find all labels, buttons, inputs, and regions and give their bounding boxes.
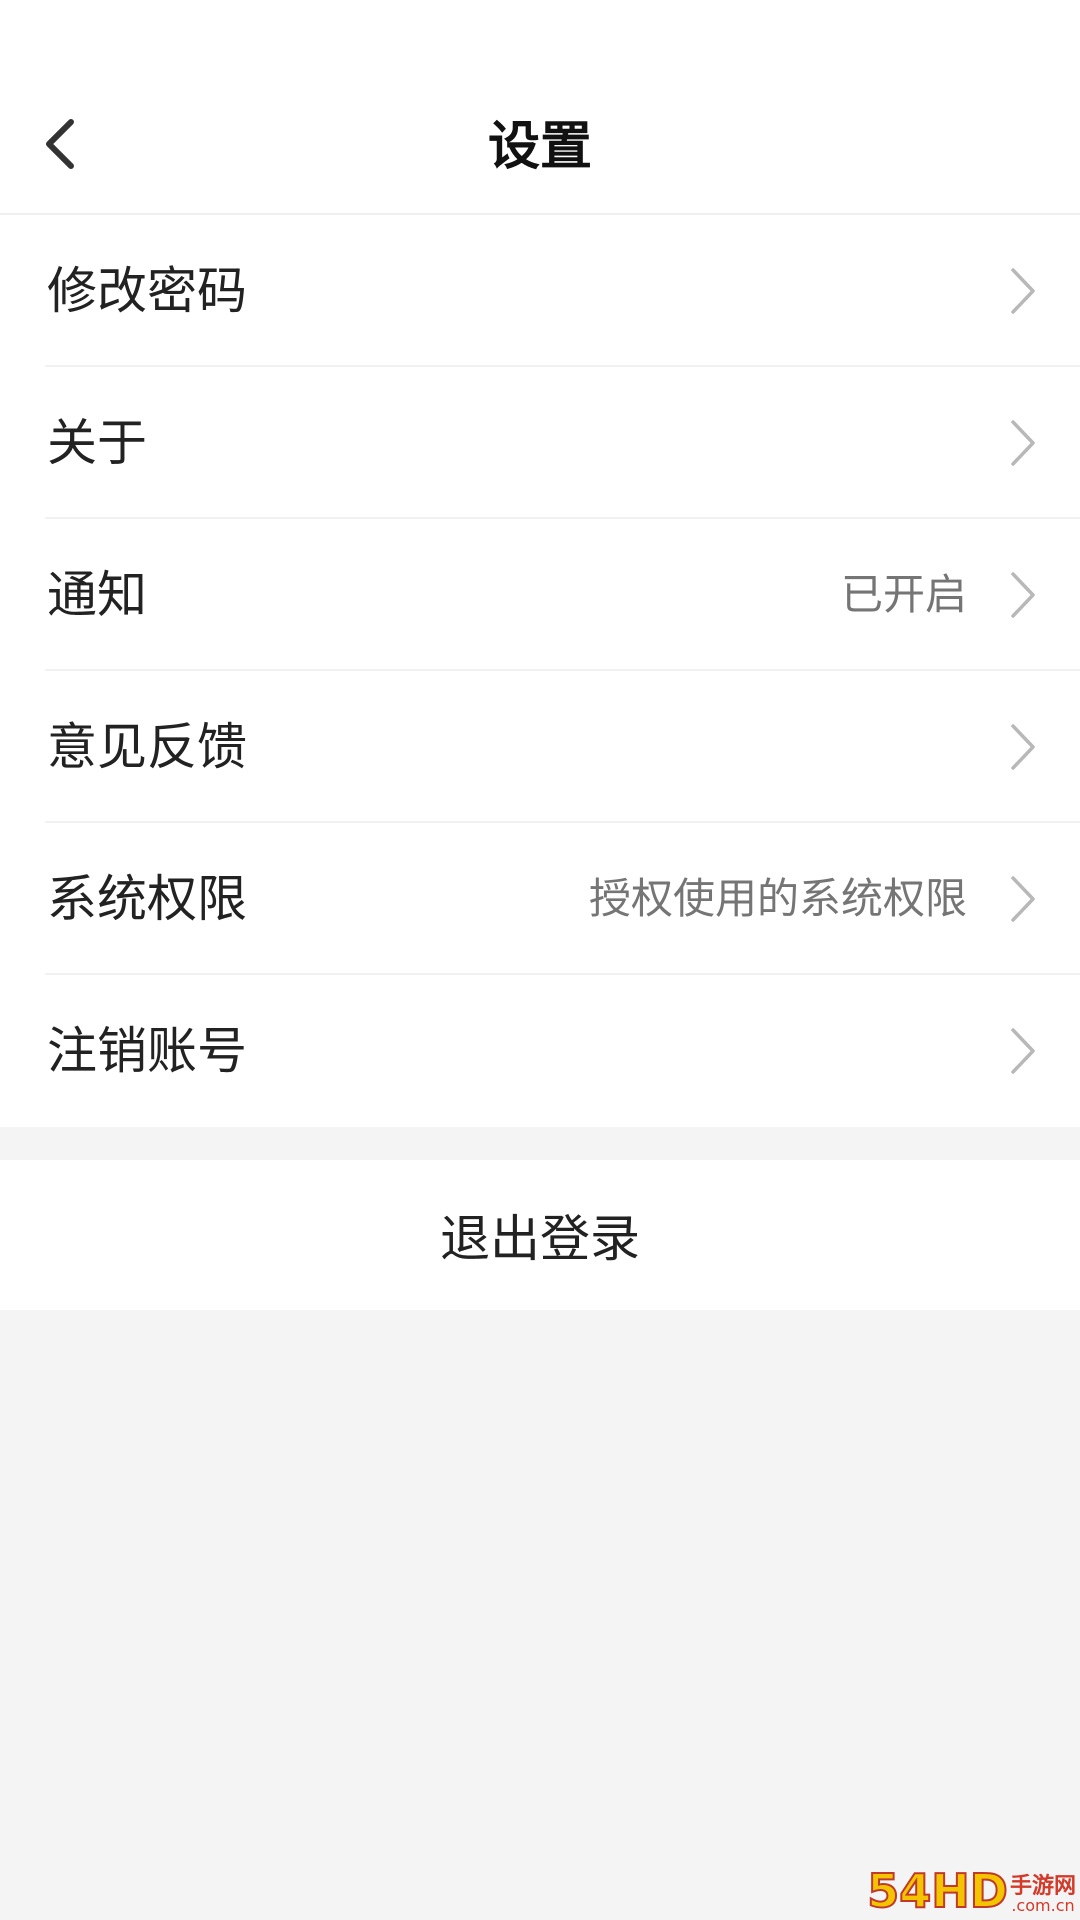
chevron-right-icon (1011, 876, 1035, 922)
settings-item-label: 修改密码 (47, 262, 247, 320)
settings-item-label: 注销账号 (47, 1022, 247, 1080)
notification-status: 已开启 (840, 570, 967, 619)
logout-label: 退出登录 (440, 1210, 640, 1268)
chevron-right-icon (1011, 1028, 1035, 1074)
settings-item-about[interactable]: 关于 (0, 367, 1080, 519)
watermark-text: 手游网 (1009, 1874, 1076, 1899)
settings-item-feedback[interactable]: 意见反馈 (0, 671, 1080, 823)
status-bar (0, 0, 1080, 100)
watermark-number: 54HD (866, 1864, 1009, 1918)
settings-item-label: 系统权限 (47, 870, 247, 928)
settings-item-label: 通知 (47, 566, 147, 624)
permissions-description: 授权使用的系统权限 (588, 874, 967, 923)
settings-list: 修改密码 关于 通知 已开启 意见反馈 系统权限 授权使用的系统权限 注销账号 (0, 215, 1080, 1127)
logout-button[interactable]: 退出登录 (0, 1160, 1080, 1310)
settings-item-label: 意见反馈 (47, 718, 247, 776)
settings-item-change-password[interactable]: 修改密码 (0, 215, 1080, 367)
page-title: 设置 (487, 117, 592, 177)
header: 设置 (0, 100, 1080, 215)
chevron-right-icon (1011, 420, 1035, 466)
chevron-right-icon (1011, 572, 1035, 618)
watermark-logo: 54HD 手游网 .com.cn (866, 1864, 1076, 1918)
settings-item-notifications[interactable]: 通知 已开启 (0, 519, 1080, 671)
settings-item-label: 关于 (47, 414, 147, 472)
settings-item-system-permissions[interactable]: 系统权限 授权使用的系统权限 (0, 823, 1080, 975)
chevron-right-icon (1011, 724, 1035, 770)
watermark-domain: .com.cn (1011, 1896, 1075, 1915)
watermark-text-block: 手游网 .com.cn (1010, 1876, 1076, 1914)
settings-item-delete-account[interactable]: 注销账号 (0, 975, 1080, 1127)
chevron-right-icon (1011, 268, 1035, 314)
